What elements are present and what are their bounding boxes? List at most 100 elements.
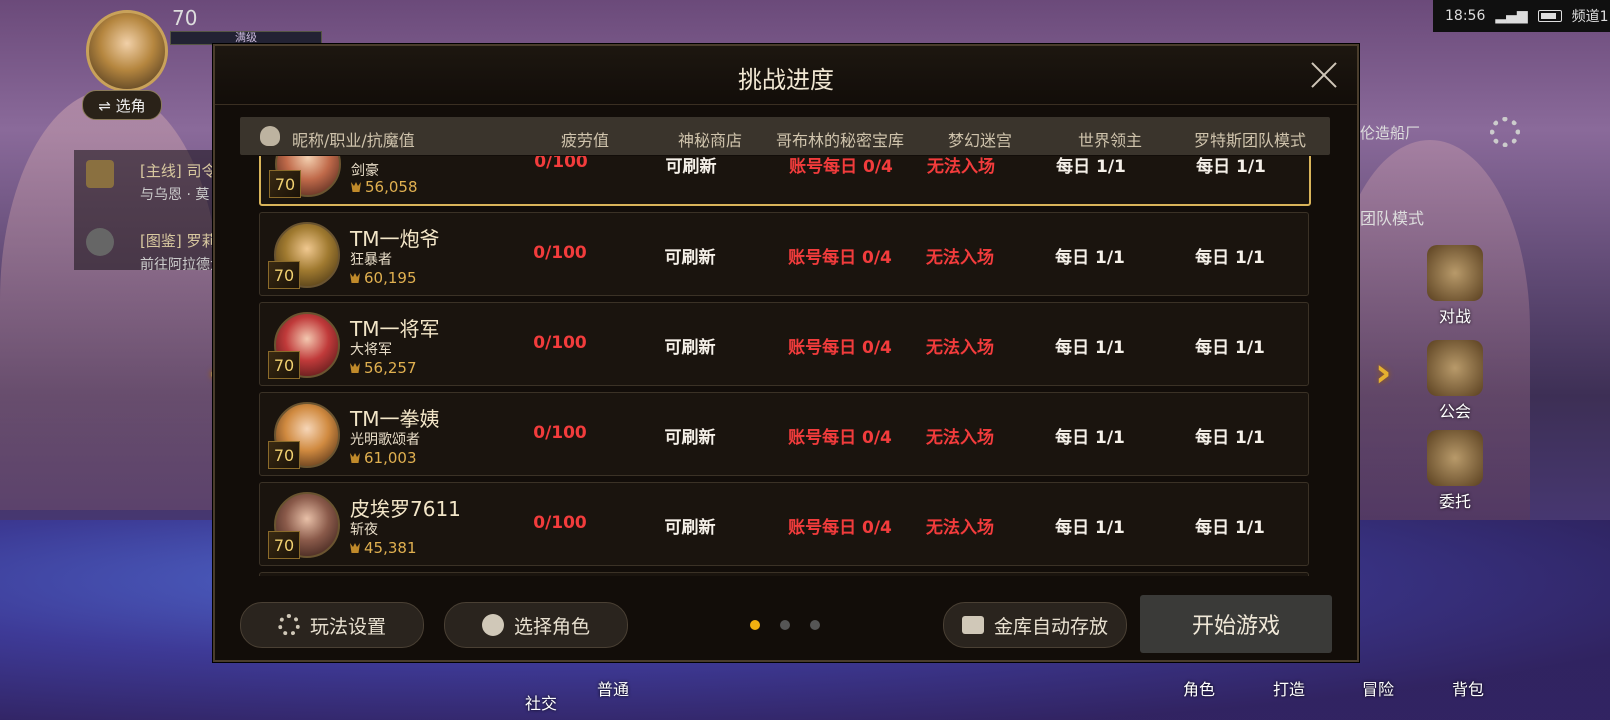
lotus-status: 每日 1/1 [1195,428,1265,448]
chest-icon [961,616,984,634]
power-value: 56,257 [364,359,417,377]
maze-status: 无法入场 [926,338,994,358]
fatigue-value: 0/100 [533,513,587,533]
character-row[interactable]: 70 皮埃罗7611 斩夜 45,381 0/100 可刷新 账号每日 0/4 … [259,482,1309,566]
level-badge: 70 [268,531,300,559]
character-row[interactable]: 70 TM一拳姨 光明歌颂者 61,003 0/100 可刷新 账号每日 0/4… [259,392,1309,476]
goblin-status: 账号每日 0/4 [788,518,892,538]
challenge-progress-dialog: 挑战进度 昵称/职业/抗魔值 疲劳值 神秘商店 哥布林的秘密宝库 梦幻迷宫 世界… [213,44,1359,662]
shield-icon [1427,340,1483,396]
character-power: 45,381 [350,539,417,557]
maze-status: 无法入场 [927,157,995,177]
col-header-lotus: 罗特斯团队模式 [1193,131,1306,150]
crossed-swords-icon [1427,245,1483,301]
maze-status: 无法入场 [926,518,994,538]
power-value: 45,381 [364,539,417,557]
col-header-maze: 梦幻迷宫 [947,131,1012,150]
play-settings-button[interactable]: 玩法设置 [240,602,424,648]
power-value: 61,003 [364,449,417,467]
side-text-1[interactable]: 伦造船厂 [1360,122,1420,143]
select-character-label: 选择角色 [513,615,590,638]
character-job: 大将军 [350,342,392,358]
exp-bar: 满级 [170,31,322,45]
character-job: 斩夜 [350,522,378,538]
gear-icon[interactable] [1490,117,1520,147]
adventure-button[interactable]: 冒险 [1362,676,1394,700]
bag-button[interactable]: 背包 [1452,676,1484,700]
power-value: 56,058 [365,178,418,196]
battle-label: 对战 [1438,307,1471,326]
commission-button[interactable]: 委托 [1420,430,1490,512]
shop-status: 可刷新 [664,428,716,448]
col-header-name: 昵称/职业/抗魔值 [292,131,415,150]
power-icon [350,363,360,373]
page-dot[interactable] [810,620,820,630]
battery-icon [1537,10,1562,22]
shop-status: 可刷新 [665,157,717,177]
vault-auto-store-label: 金库自动存放 [993,615,1108,638]
gear-icon [277,614,300,636]
power-icon [351,182,361,192]
quest-title[interactable]: [主线] 司令 [140,160,216,181]
scroll-icon [86,160,114,188]
play-settings-label: 玩法设置 [309,615,386,638]
page-dot[interactable] [750,620,760,630]
lord-status: 每日 1/1 [1055,338,1125,358]
character-row[interactable]: 70 TM一炮爷 狂暴者 60,195 0/100 可刷新 账号每日 0/4 无… [259,212,1309,296]
close-icon[interactable] [1309,60,1339,90]
guild-button[interactable]: 公会 [1420,340,1490,422]
page-dot[interactable] [780,620,790,630]
next-page-arrow-icon[interactable]: › [1375,350,1391,396]
craft-button[interactable]: 打造 [1273,676,1305,700]
player-level: 70 [172,6,198,30]
character-row[interactable]: 70 剑豪 56,058 0/100 可刷新 账号每日 0/4 无法入场 每日 … [259,156,1311,206]
character-power: 60,195 [350,269,417,287]
select-role-button[interactable]: ⇌ 选角 [82,90,162,120]
col-header-fatigue: 疲劳值 [560,131,609,150]
col-header-lord: 世界领主 [1077,131,1142,150]
start-game-button[interactable]: 开始游戏 [1140,595,1332,653]
board-icon [1427,430,1483,486]
battle-button[interactable]: 对战 [1420,245,1490,327]
commission-label: 委托 [1438,492,1471,511]
person-icon [481,614,504,636]
fatigue-value: 0/100 [534,156,588,172]
clock: 18:56 [1445,8,1486,24]
goblin-status: 账号每日 0/4 [788,338,892,358]
character-job: 狂暴者 [350,252,392,268]
character-row[interactable] [259,572,1309,576]
goblin-status: 账号每日 0/4 [788,248,892,268]
vault-auto-store-button[interactable]: 金库自动存放 [943,602,1127,648]
character-list[interactable]: 70 剑豪 56,058 0/100 可刷新 账号每日 0/4 无法入场 每日 … [259,156,1311,576]
social-button[interactable]: 社交 [525,690,557,714]
character-job: 剑豪 [351,163,379,179]
dialog-footer: 玩法设置 选择角色 金库自动存放 开始游戏 [215,590,1357,660]
shop-status: 可刷新 [664,338,716,358]
power-icon [350,273,360,283]
select-character-button[interactable]: 选择角色 [444,602,628,648]
fatigue-value: 0/100 [533,423,587,443]
lord-status: 每日 1/1 [1056,157,1126,177]
level-badge: 70 [268,351,300,379]
col-header-shop: 神秘商店 [677,131,742,150]
maze-status: 无法入场 [926,428,994,448]
fist-icon [260,126,280,146]
guild-label: 公会 [1438,402,1471,421]
normal-button[interactable]: 普通 [597,676,629,700]
table-header: 昵称/职业/抗魔值 疲劳值 神秘商店 哥布林的秘密宝库 梦幻迷宫 世界领主 罗特… [240,117,1330,155]
player-avatar[interactable] [86,10,168,92]
goblin-status: 账号每日 0/4 [788,428,892,448]
power-icon [350,543,360,553]
fatigue-value: 0/100 [533,243,587,263]
character-button[interactable]: 角色 [1183,676,1215,700]
goblin-status: 账号每日 0/4 [789,157,893,177]
power-icon [350,453,360,463]
maze-status: 无法入场 [926,248,994,268]
lord-status: 每日 1/1 [1055,248,1125,268]
character-row[interactable]: 70 TM一将军 大将军 56,257 0/100 可刷新 账号每日 0/4 无… [259,302,1309,386]
channel-label: 频道1 [1571,9,1609,25]
character-name: TM一炮爷 [350,227,440,251]
side-text-2[interactable]: 团队模式 [1360,205,1424,229]
shop-status: 可刷新 [664,518,716,538]
lotus-status: 每日 1/1 [1196,157,1266,177]
